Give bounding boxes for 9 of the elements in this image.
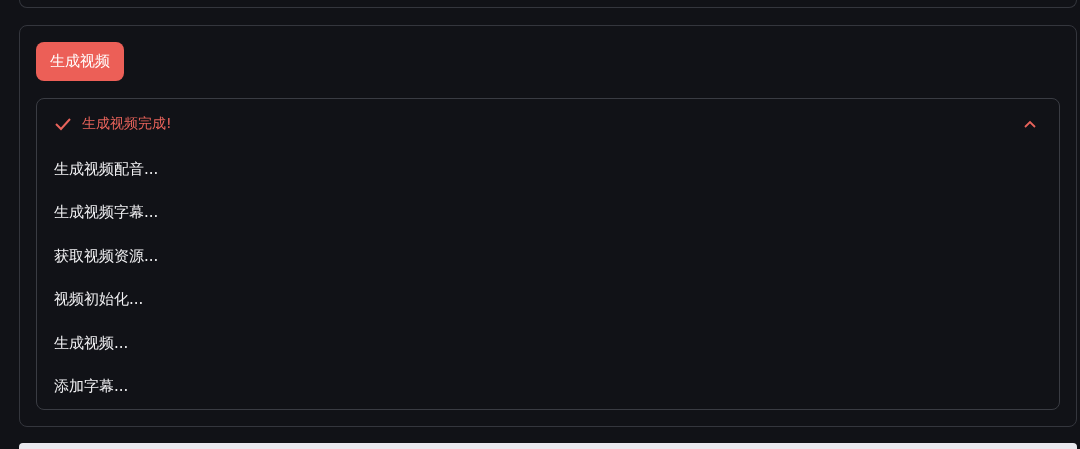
step-text: 添加字幕... bbox=[54, 376, 130, 397]
step-text: 获取视频资源... bbox=[54, 245, 160, 266]
step-text: 视频初始化... bbox=[54, 289, 145, 310]
generate-video-button[interactable]: 生成视频 bbox=[36, 42, 124, 82]
status-text: 生成视频完成! bbox=[82, 115, 173, 134]
step-text: 生成视频配音... bbox=[54, 158, 160, 179]
step-text: 生成视频字幕... bbox=[54, 202, 160, 223]
chevron-up-icon[interactable] bbox=[1024, 120, 1036, 129]
step-text: 生成视频... bbox=[54, 332, 130, 353]
